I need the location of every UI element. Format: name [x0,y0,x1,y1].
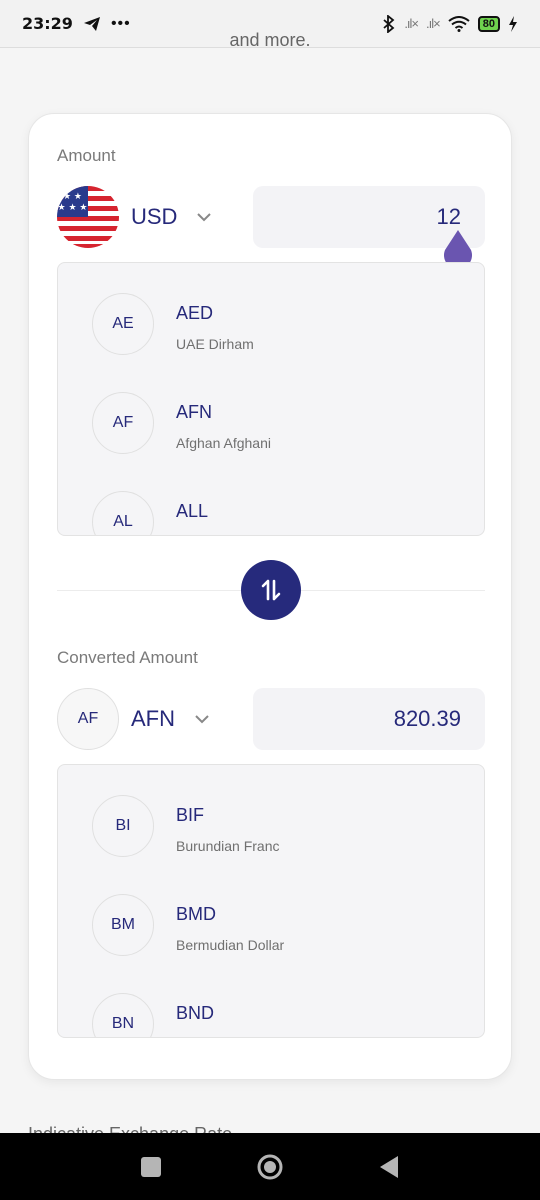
amount-value: 12 [436,204,461,229]
signal-icon: .ıl× [426,16,441,31]
currency-badge: BM [92,894,154,956]
amount-currency-code: USD [131,204,178,229]
list-item[interactable]: BN BND [92,993,215,1037]
currency-code: BND [176,1003,215,1023]
currency-badge: AL [92,491,154,535]
converted-currency-list[interactable]: BI BIF Burundian Franc BM BMD Bermudian … [57,764,485,1038]
converted-currency-code: AFN [131,706,175,731]
signal-icon: .ıl× [404,16,419,31]
currency-badge: BI [92,795,154,857]
back-triangle-icon[interactable] [378,1155,400,1179]
list-item[interactable]: AE AED UAE Dirham [92,293,254,355]
svg-text:★ ★ ★: ★ ★ ★ [58,203,88,213]
converter-card: Amount ★ ★ ★ ★ ★ USD 12 AE AED UAE Dirha… [28,113,512,1080]
list-item[interactable]: BI BIF Burundian Franc [92,795,280,857]
currency-badge: AF [57,688,119,750]
currency-badge: AE [92,293,154,355]
list-item[interactable]: AL ALL [92,491,209,535]
list-item[interactable]: BM BMD Bermudian Dollar [92,894,284,956]
currency-badge: BN [92,993,154,1037]
chevron-down-icon [197,213,212,222]
amount-currency-list[interactable]: AE AED UAE Dirham AF AFN Afghan Afghani … [57,262,485,536]
list-item[interactable]: AF AFN Afghan Afghani [92,392,271,454]
swap-icon [261,579,281,601]
amount-currency-selector[interactable]: ★ ★ ★ ★ ★ USD [57,186,213,248]
currency-code: BIF [176,805,205,825]
top-cutoff-text: and more. [229,30,311,48]
converted-amount-label: Converted Amount [57,648,198,667]
currency-name: Afghan Afghani [176,435,271,451]
currency-name: Bermudian Dollar [176,937,285,953]
currency-name: UAE Dirham [176,336,254,352]
currency-code: AFN [176,402,212,422]
converted-amount-field[interactable]: 820.39 [253,688,485,750]
navigation-bar [0,1133,540,1200]
currency-badge: AF [92,392,154,454]
svg-text:★ ★: ★ ★ [63,192,82,202]
chevron-down-icon [195,715,209,724]
currency-name: Burundian Franc [176,838,280,854]
home-circle-icon[interactable] [256,1153,284,1181]
amount-label: Amount [57,146,116,165]
currency-code: ALL [176,501,209,521]
square-icon[interactable] [140,1156,162,1178]
usa-flag-icon: ★ ★ ★ ★ ★ [57,186,119,248]
converted-value: 820.39 [393,706,461,731]
currency-code: BMD [176,904,216,924]
converted-currency-selector[interactable]: AF AFN [57,688,211,750]
currency-code: AED [176,303,214,323]
swap-button[interactable] [241,560,301,620]
